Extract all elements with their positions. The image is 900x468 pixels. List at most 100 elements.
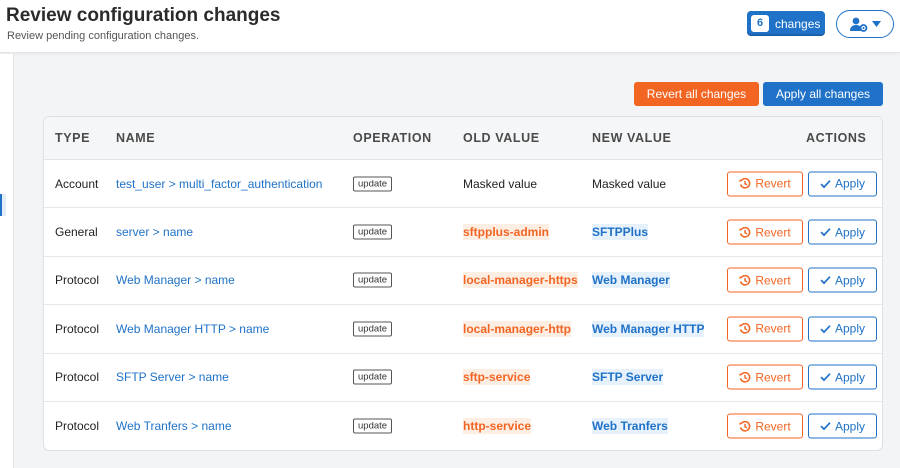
old-value: sftpplus-admin <box>463 224 549 241</box>
table-row: Protocol Web Manager > name update local… <box>44 257 882 306</box>
table-row: General server > name update sftpplus-ad… <box>44 208 882 257</box>
apply-label: Apply <box>834 370 866 385</box>
revert-label: Revert <box>755 370 791 385</box>
column-header-type: TYPE <box>55 131 91 145</box>
operation-badge: update <box>353 321 393 337</box>
apply-label: Apply <box>834 273 866 288</box>
old-value: sftp-service <box>463 369 531 386</box>
row-type: Protocol <box>55 321 100 336</box>
row-type: General <box>55 225 98 240</box>
check-icon <box>820 228 831 237</box>
apply-button[interactable]: Apply <box>808 219 877 245</box>
user-menu-button[interactable] <box>836 10 894 38</box>
sidebar <box>0 54 14 468</box>
revert-button[interactable]: Revert <box>727 267 803 293</box>
new-value-text: Web Tranfers <box>592 418 668 435</box>
revert-label: Revert <box>755 176 791 191</box>
user-gear-icon <box>849 17 868 32</box>
history-icon <box>739 420 751 432</box>
revert-all-changes-button[interactable]: Revert all changes <box>634 82 759 106</box>
sidebar-active-item[interactable] <box>0 194 6 216</box>
apply-button[interactable]: Apply <box>808 267 877 293</box>
row-name-link[interactable]: Web Manager HTTP > name <box>116 322 269 336</box>
table-header: TYPE NAME OPERATION OLD VALUE NEW VALUE … <box>44 117 882 160</box>
changes-table: TYPE NAME OPERATION OLD VALUE NEW VALUE … <box>43 116 883 451</box>
revert-button[interactable]: Revert <box>727 219 803 245</box>
new-value: Web Manager HTTP <box>592 320 705 337</box>
page-subtitle: Review pending configuration changes. <box>7 30 200 42</box>
caret-down-icon <box>871 21 881 27</box>
table-row: Account test_user > multi_factor_authent… <box>44 160 882 209</box>
page-title: Review configuration changes <box>6 5 281 26</box>
changes-label: changes <box>775 16 821 31</box>
check-icon <box>820 324 831 334</box>
revert-button[interactable]: Revert <box>727 316 803 342</box>
row-name-link[interactable]: Web Tranfers > name <box>116 419 232 433</box>
new-value-text: SFTPPlus <box>592 224 649 241</box>
row-name-link[interactable]: server > name <box>116 225 193 239</box>
new-value-text: Web Manager <box>592 272 670 289</box>
old-value: Masked value <box>463 177 537 191</box>
operation-badge: update <box>353 369 393 385</box>
pending-changes-button[interactable]: 6 changes <box>747 11 825 36</box>
column-header-operation: OPERATION <box>353 131 432 145</box>
table-row: Protocol Web Tranfers > name update http… <box>44 402 882 450</box>
apply-button[interactable]: Apply <box>808 413 877 439</box>
new-value: Masked value <box>592 177 666 191</box>
apply-label: Apply <box>834 225 866 240</box>
revert-button[interactable]: Revert <box>727 171 803 197</box>
column-header-new-value: NEW VALUE <box>592 131 672 145</box>
revert-label: Revert <box>755 321 791 336</box>
revert-button[interactable]: Revert <box>727 413 803 439</box>
history-icon <box>739 323 751 335</box>
revert-label: Revert <box>755 419 791 434</box>
new-value-text: Masked value <box>592 176 667 191</box>
operation-badge: update <box>353 224 393 240</box>
column-header-old-value: OLD VALUE <box>463 131 540 145</box>
new-value-text: SFTP Server <box>592 369 664 386</box>
table-row: Protocol Web Manager HTTP > name update … <box>44 305 882 354</box>
old-value-text: local-manager-https <box>463 272 578 289</box>
apply-button[interactable]: Apply <box>808 316 877 342</box>
old-value: local-manager-https <box>463 272 578 289</box>
operation-badge: update <box>353 418 393 434</box>
old-value-text: Masked value <box>463 176 538 191</box>
new-value: Web Manager <box>592 272 670 289</box>
history-icon <box>739 371 751 383</box>
changes-count-badge: 6 <box>751 15 769 32</box>
row-type: Protocol <box>55 419 100 434</box>
old-value: local-manager-http <box>463 320 572 337</box>
apply-label: Apply <box>834 419 866 434</box>
page-header: Review configuration changes Review pend… <box>0 0 900 53</box>
old-value-text: http-service <box>463 418 532 435</box>
history-icon <box>739 226 751 238</box>
check-icon <box>820 276 831 285</box>
column-header-actions: ACTIONS <box>806 131 867 145</box>
apply-button[interactable]: Apply <box>808 364 877 390</box>
row-name-link[interactable]: test_user > multi_factor_authentication <box>116 177 322 191</box>
row-type: Account <box>55 176 99 191</box>
history-icon <box>739 274 751 286</box>
old-value-text: sftpplus-admin <box>463 224 549 241</box>
check-icon <box>820 179 831 189</box>
table-row: Protocol SFTP Server > name update sftp-… <box>44 354 882 402</box>
row-type: Protocol <box>55 370 100 385</box>
apply-all-changes-button[interactable]: Apply all changes <box>763 82 883 106</box>
operation-badge: update <box>353 176 393 192</box>
old-value: http-service <box>463 418 532 435</box>
old-value-text: local-manager-http <box>463 320 572 337</box>
check-icon <box>820 422 831 431</box>
row-name-link[interactable]: SFTP Server > name <box>116 370 229 384</box>
revert-button[interactable]: Revert <box>727 364 803 390</box>
apply-label: Apply <box>834 321 866 336</box>
row-type: Protocol <box>55 273 100 288</box>
new-value: SFTP Server <box>592 369 664 386</box>
revert-label: Revert <box>755 225 791 240</box>
history-icon <box>739 178 751 190</box>
apply-label: Apply <box>834 176 866 191</box>
operation-badge: update <box>353 272 393 288</box>
revert-label: Revert <box>755 273 791 288</box>
row-name-link[interactable]: Web Manager > name <box>116 273 235 287</box>
apply-button[interactable]: Apply <box>808 171 877 197</box>
new-value: SFTPPlus <box>592 224 649 241</box>
